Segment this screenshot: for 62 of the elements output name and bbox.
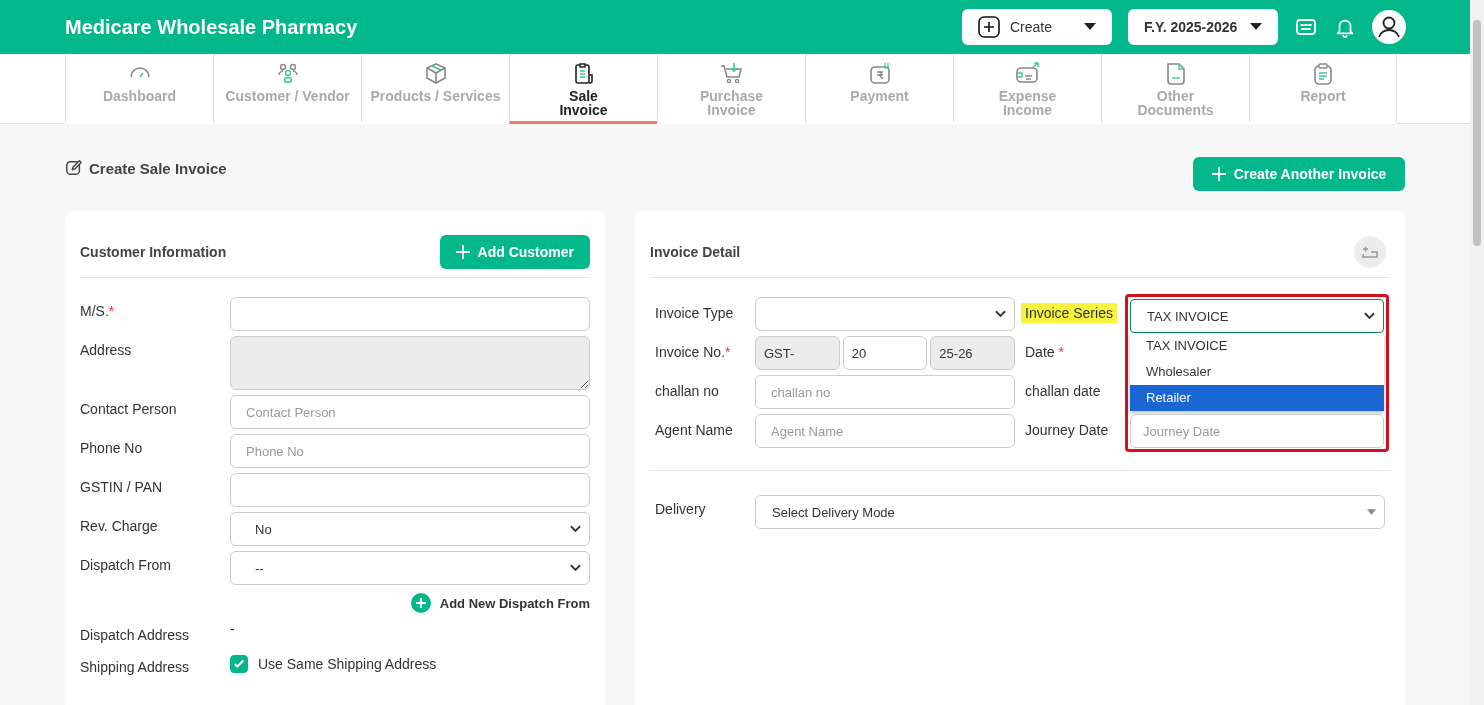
add-item-icon[interactable] (1354, 235, 1386, 268)
plus-icon (455, 244, 470, 259)
field-label: Dispatch Address (80, 626, 190, 643)
card-arrow-icon (1014, 62, 1041, 85)
dropdown-option[interactable]: Retailer (1130, 385, 1384, 411)
field-label: Shipping Address (80, 658, 190, 675)
field-label: Address (80, 341, 133, 360)
select-dropdown[interactable] (755, 297, 1015, 331)
chevron-down-icon (1364, 312, 1375, 320)
text-input[interactable]: Agent Name (755, 414, 1015, 448)
field-label: Journey Date (1024, 421, 1110, 440)
field-label: challan date (1024, 382, 1102, 401)
text-input[interactable]: Phone No (230, 434, 590, 468)
invoice-series-select[interactable]: TAX INVOICE (1130, 299, 1384, 333)
text-input[interactable]: challan no (755, 375, 1015, 409)
field-label: challan no (655, 382, 720, 401)
caret-icon (1084, 23, 1096, 31)
check-icon (233, 658, 245, 670)
plus-square-icon (978, 16, 1000, 38)
field-label: Invoice No.* (655, 343, 732, 362)
chevron-down-icon (570, 525, 581, 533)
field-label: Rev. Charge (80, 517, 159, 536)
field-label: Invoice Type (655, 304, 735, 323)
create-dropdown[interactable]: Create (962, 9, 1112, 45)
dispatch-address-value: - (230, 621, 235, 637)
edit-icon (65, 159, 83, 177)
select-dropdown[interactable]: No (230, 512, 590, 546)
plus-icon (1211, 167, 1226, 181)
field-label: Delivery (655, 500, 707, 519)
field-label: Dispatch From (80, 556, 173, 575)
checkbox-label: Use Same Shipping Address (258, 656, 437, 672)
cart-icon (718, 62, 745, 85)
plus-circle-icon (410, 593, 431, 613)
text-input[interactable] (230, 297, 590, 331)
invoice-number-part[interactable]: 20 (842, 336, 928, 370)
field-label: M/S.* (80, 302, 116, 321)
field-label: GSTIN / PAN (80, 478, 164, 497)
text-input[interactable]: Contact Person (230, 395, 590, 429)
nav-tab[interactable]: Sale Invoice (509, 54, 657, 124)
delivery-mode-select[interactable]: Select Delivery Mode (755, 495, 1385, 529)
caret-icon (1367, 509, 1376, 515)
fiscal-year-dropdown[interactable]: F.Y. 2025-2026 (1128, 9, 1278, 45)
text-input[interactable] (230, 473, 590, 507)
field-label: Contact Person (80, 400, 178, 419)
dropdown-option[interactable]: Wholesaler (1130, 359, 1384, 385)
page-heading: Create Sale Invoice (89, 159, 227, 177)
caret-icon (1250, 23, 1262, 31)
app-title: Medicare Wholesale Pharmacy (65, 15, 358, 39)
field-label: Phone No (80, 439, 144, 458)
chevron-down-icon (570, 564, 581, 572)
chevron-down-icon (995, 310, 1006, 318)
card-title: Customer Information (80, 243, 227, 260)
user-avatar-icon[interactable] (1372, 10, 1406, 44)
journey-date-input[interactable]: Journey Date (1130, 414, 1384, 448)
checkbox[interactable] (230, 655, 248, 673)
add-dispatch-link[interactable]: Add New Dispatch From (410, 593, 590, 613)
field-label: Agent Name (655, 421, 734, 440)
field-label: Date * (1024, 343, 1066, 362)
scrollbar[interactable] (1470, 0, 1484, 705)
card-title: Invoice Detail (650, 243, 741, 260)
dropdown-option[interactable]: TAX INVOICE (1130, 333, 1384, 359)
select-dropdown[interactable]: -- (230, 551, 590, 585)
